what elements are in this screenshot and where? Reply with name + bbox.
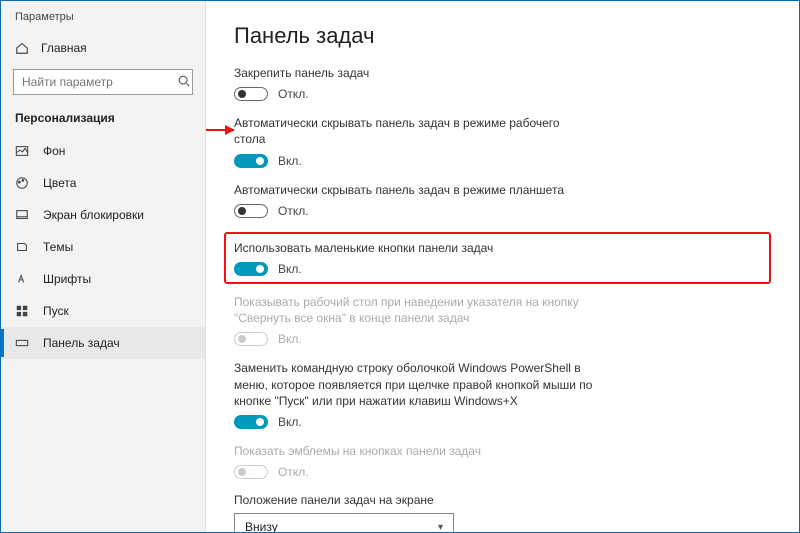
toggle-lock-taskbar[interactable] bbox=[234, 87, 268, 101]
select-position[interactable]: Внизу ▾ bbox=[234, 513, 454, 532]
setting-badges: Показать эмблемы на кнопках панели задач… bbox=[234, 443, 771, 479]
setting-autohide-desktop: Автоматически скрывать панель задач в ре… bbox=[234, 115, 771, 167]
sidebar-item-label: Цвета bbox=[43, 176, 76, 190]
sidebar: Параметры Главная Персонализация Фон Цве… bbox=[1, 1, 206, 532]
home-nav[interactable]: Главная bbox=[1, 33, 205, 63]
sidebar-item-themes[interactable]: Темы bbox=[1, 231, 205, 263]
sidebar-item-label: Панель задач bbox=[43, 336, 120, 350]
section-header: Персонализация bbox=[1, 107, 205, 135]
page-title: Панель задач bbox=[234, 23, 771, 49]
setting-label: Использовать маленькие кнопки панели зад… bbox=[234, 240, 594, 256]
select-value: Внизу bbox=[245, 520, 278, 532]
select-label: Положение панели задач на экране bbox=[234, 493, 771, 507]
font-icon bbox=[15, 272, 29, 286]
search-box[interactable] bbox=[13, 69, 193, 95]
sidebar-item-colors[interactable]: Цвета bbox=[1, 167, 205, 199]
toggle-peek-desktop bbox=[234, 332, 268, 346]
setting-label: Показать эмблемы на кнопках панели задач bbox=[234, 443, 594, 459]
toggle-state: Вкл. bbox=[278, 154, 302, 168]
setting-label: Закрепить панель задач bbox=[234, 65, 594, 81]
sidebar-item-fonts[interactable]: Шрифты bbox=[1, 263, 205, 295]
sidebar-item-start[interactable]: Пуск bbox=[1, 295, 205, 327]
sidebar-item-label: Фон bbox=[43, 144, 65, 158]
setting-label: Автоматически скрывать панель задач в ре… bbox=[234, 182, 594, 198]
toggle-badges bbox=[234, 465, 268, 479]
toggle-state: Откл. bbox=[278, 465, 309, 479]
lockscreen-icon bbox=[15, 208, 29, 222]
start-icon bbox=[15, 304, 29, 318]
home-label: Главная bbox=[41, 41, 87, 55]
setting-label: Автоматически скрывать панель задач в ре… bbox=[234, 115, 594, 147]
toggle-autohide-desktop[interactable] bbox=[234, 154, 268, 168]
window-title: Параметры bbox=[1, 11, 205, 33]
setting-peek-desktop: Показывать рабочий стол при наведении ук… bbox=[234, 294, 771, 346]
toggle-state: Вкл. bbox=[278, 332, 302, 346]
taskbar-icon bbox=[15, 336, 29, 350]
toggle-small-buttons[interactable] bbox=[234, 262, 268, 276]
toggle-powershell[interactable] bbox=[234, 415, 268, 429]
sidebar-item-taskbar[interactable]: Панель задач bbox=[1, 327, 205, 359]
toggle-state: Откл. bbox=[278, 87, 309, 101]
sidebar-item-label: Экран блокировки bbox=[43, 208, 144, 222]
search-input[interactable] bbox=[22, 75, 177, 89]
sidebar-item-label: Пуск bbox=[43, 304, 69, 318]
palette-icon bbox=[15, 176, 29, 190]
sidebar-item-lockscreen[interactable]: Экран блокировки bbox=[1, 199, 205, 231]
setting-autohide-tablet: Автоматически скрывать панель задач в ре… bbox=[234, 182, 771, 218]
sidebar-item-label: Шрифты bbox=[43, 272, 91, 286]
setting-small-buttons-highlighted: Использовать маленькие кнопки панели зад… bbox=[224, 232, 771, 284]
sidebar-item-label: Темы bbox=[43, 240, 73, 254]
picture-icon bbox=[15, 144, 29, 158]
theme-icon bbox=[15, 240, 29, 254]
content-pane: Панель задач Закрепить панель задач Откл… bbox=[206, 1, 799, 532]
setting-lock-taskbar: Закрепить панель задач Откл. bbox=[234, 65, 771, 101]
toggle-state: Вкл. bbox=[278, 262, 302, 276]
sidebar-item-background[interactable]: Фон bbox=[1, 135, 205, 167]
setting-label: Показывать рабочий стол при наведении ук… bbox=[234, 294, 594, 326]
setting-position: Положение панели задач на экране Внизу ▾ bbox=[234, 493, 771, 532]
toggle-state: Вкл. bbox=[278, 415, 302, 429]
chevron-down-icon: ▾ bbox=[438, 522, 443, 532]
toggle-state: Откл. bbox=[278, 204, 309, 218]
search-icon bbox=[177, 74, 191, 91]
home-icon bbox=[15, 41, 29, 55]
toggle-autohide-tablet[interactable] bbox=[234, 204, 268, 218]
setting-label: Заменить командную строку оболочкой Wind… bbox=[234, 360, 594, 409]
annotation-arrow bbox=[206, 129, 234, 131]
setting-powershell: Заменить командную строку оболочкой Wind… bbox=[234, 360, 771, 429]
